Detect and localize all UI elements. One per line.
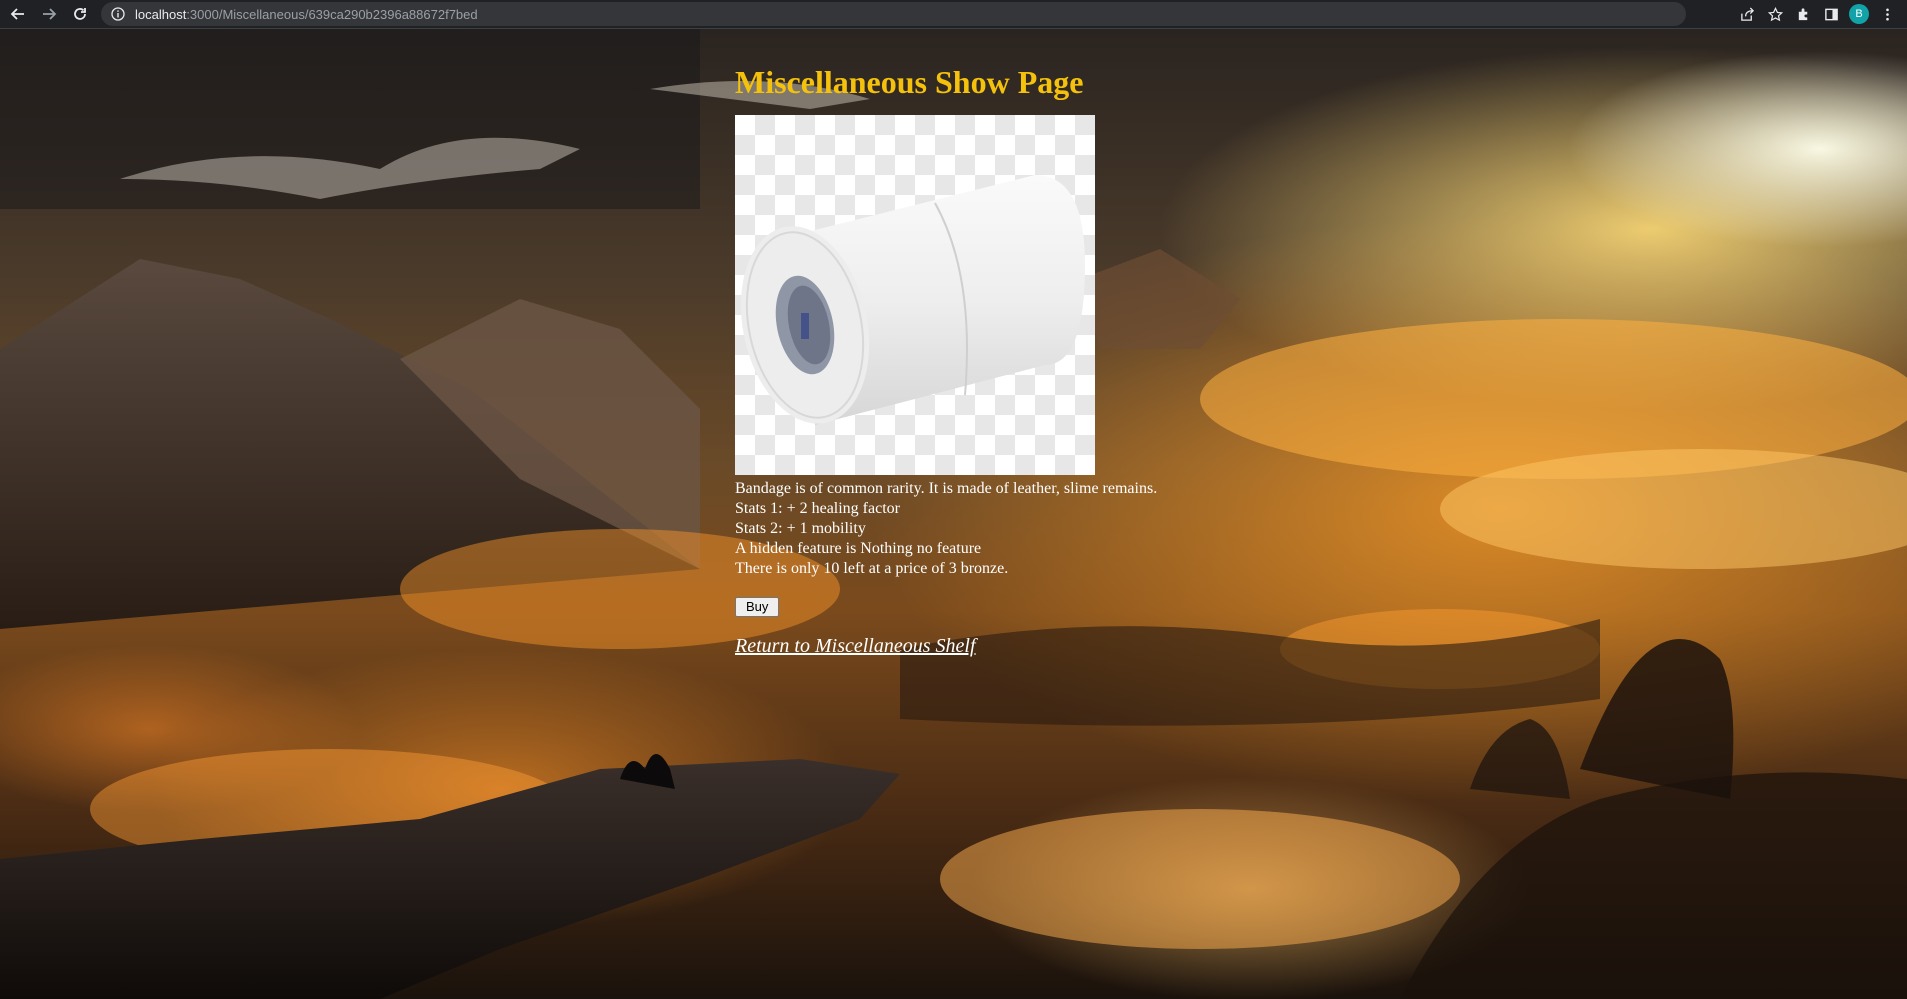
extensions-icon (1798, 7, 1807, 20)
side-panel-button[interactable] (1817, 1, 1845, 27)
back-button[interactable] (5, 1, 31, 27)
browser-toolbar: localhost:3000/Miscellaneous/639ca290b23… (0, 0, 1907, 29)
url-host: localhost (135, 6, 187, 22)
reload-icon (74, 8, 86, 20)
star-icon (1767, 6, 1783, 21)
description-stock-price: There is only 10 left at a price of 3 br… (735, 560, 1009, 577)
info-icon[interactable] (111, 7, 125, 21)
description-rarity: Bandage is of common rarity. It is made … (735, 480, 1158, 497)
back-icon (10, 8, 24, 20)
bandage-roll-icon (740, 175, 1085, 425)
share-icon (1740, 6, 1754, 21)
toolbar-actions: B (1733, 1, 1901, 27)
description-stats-1: Stats 1: + 2 healing factor (735, 500, 900, 517)
description-hidden-feature: A hidden feature is Nothing no feature (735, 540, 982, 557)
product-image (735, 115, 1095, 475)
menu-button[interactable] (1873, 1, 1901, 27)
description-stats-2: Stats 2: + 1 mobility (735, 520, 866, 537)
menu-icon (1885, 8, 1889, 20)
url-path: :3000/Miscellaneous/639ca290b2396a88672f… (186, 6, 478, 22)
extensions-button[interactable] (1789, 1, 1817, 27)
show-page-content: Miscellaneous Show Page Bandage is of co… (735, 60, 1435, 658)
avatar: B (1849, 4, 1869, 24)
return-to-shelf-link[interactable]: Return to Miscellaneous Shelf (735, 635, 976, 658)
page-title: Miscellaneous Show Page (735, 64, 1084, 100)
profile-button[interactable]: B (1845, 1, 1873, 27)
product-description: Bandage is of common rarity. It is made … (735, 479, 1435, 579)
sidepanel-icon (1824, 8, 1838, 20)
bookmark-button[interactable] (1761, 1, 1789, 27)
forward-button[interactable] (36, 1, 62, 27)
address-bar[interactable]: localhost:3000/Miscellaneous/639ca290b23… (101, 2, 1686, 26)
share-button[interactable] (1733, 1, 1761, 27)
forward-icon (43, 8, 57, 20)
buy-button[interactable]: Buy (735, 597, 780, 617)
reload-button[interactable] (67, 1, 93, 27)
